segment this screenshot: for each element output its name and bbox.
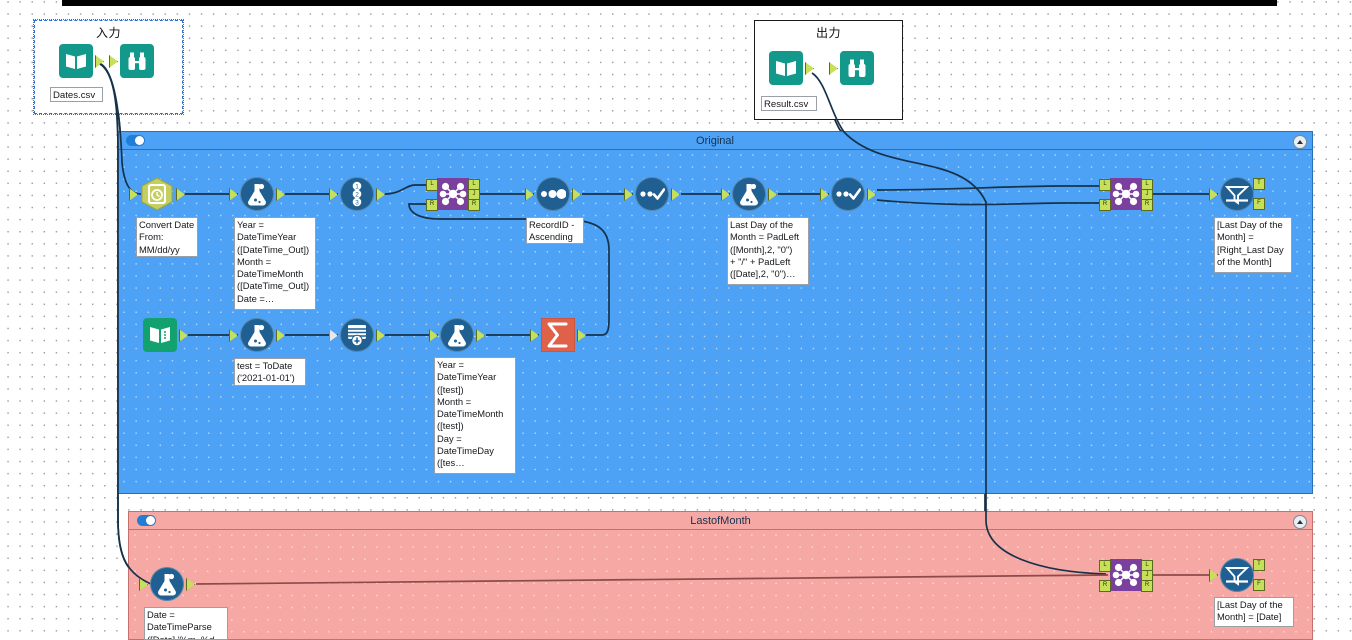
join-port-R[interactable]: R (426, 199, 438, 211)
chevron-up-icon (1297, 520, 1303, 524)
tool-browse-input[interactable] (109, 44, 154, 78)
container-title-original: Original (696, 134, 734, 147)
join-port-L[interactable]: L (426, 179, 438, 191)
formula-flask-icon (150, 567, 184, 601)
tool-browse-output[interactable] (829, 51, 874, 85)
tool-filter-2[interactable]: T F (1209, 558, 1265, 592)
top-black-bar (62, 0, 1277, 6)
annotation-formula-3: test = ToDate ('2021-01-01') (234, 358, 306, 386)
select-123-icon: 1 2 3 (340, 177, 374, 211)
filter-out-F[interactable]: F (1253, 198, 1265, 210)
tool-filter-1[interactable]: T F (1209, 177, 1265, 211)
input-data-icon (59, 44, 93, 78)
filter-funnel-icon (1220, 558, 1254, 592)
formula-flask-icon (732, 177, 766, 211)
input-file-label: Dates.csv (50, 87, 103, 102)
annotation-formula-1: Year = DateTimeYear ([DateTime_Out]) Mon… (234, 217, 316, 310)
container-collapse-button-lastofmonth[interactable] (1293, 515, 1307, 529)
join-port-L[interactable]: L (1099, 560, 1111, 572)
filter-funnel-icon (1220, 177, 1254, 211)
tool-formula-5[interactable] (139, 567, 195, 601)
open-book-icon (776, 61, 796, 76)
tool-summarize[interactable] (530, 317, 586, 353)
join-tool-icon (1110, 559, 1142, 591)
container-header-original: Original (118, 132, 1312, 150)
container-title-lastofmonth: LastofMonth (690, 514, 751, 527)
join-port-R[interactable]: R (1099, 580, 1111, 592)
open-book-icon (66, 54, 86, 69)
chevron-up-icon (1297, 140, 1303, 144)
input-container-title: 入力 (95, 26, 121, 40)
annotation-filter-2: [Last Day of the Month] = [Date] (1214, 597, 1294, 627)
sort-dots-icon (536, 177, 570, 211)
browse-binoculars-icon (120, 44, 154, 78)
tool-join-1[interactable]: L R L J R (426, 178, 480, 211)
annotation-filter-1: [Last Day of the Month] = [Right_Last Da… (1214, 217, 1292, 273)
tool-select-3[interactable] (820, 177, 876, 211)
join-out-R[interactable]: R (468, 199, 480, 211)
annotation-formula-4: Year = DateTimeYear ([test]) Month = Dat… (434, 357, 516, 474)
select-check-icon (635, 177, 669, 211)
formula-flask-icon (240, 318, 274, 352)
tool-formula-3[interactable] (229, 318, 285, 352)
container-enable-toggle-lastofmonth[interactable] (137, 515, 156, 526)
tool-formula-2[interactable] (721, 177, 777, 211)
tool-join-2[interactable]: L R L J R (1099, 178, 1153, 211)
filter-out-T[interactable]: T (1253, 178, 1265, 190)
join-out-R[interactable]: R (1141, 580, 1153, 592)
tool-select-2[interactable] (624, 177, 680, 211)
tool-sort[interactable] (525, 177, 581, 211)
tool-output-data[interactable] (769, 51, 814, 85)
join-port-R[interactable]: R (1099, 199, 1111, 211)
output-container-title: 出力 (815, 26, 841, 40)
summarize-sigma-icon (540, 317, 576, 353)
container-header-lastofmonth: LastofMonth (129, 512, 1312, 530)
container-collapse-button-original[interactable] (1293, 135, 1307, 149)
join-port-L[interactable]: L (1099, 179, 1111, 191)
tool-select-1[interactable]: 1 2 3 (329, 177, 385, 211)
annotation-sort: RecordID - Ascending (526, 217, 584, 244)
container-enable-toggle-original[interactable] (126, 135, 145, 146)
svg-text:1: 1 (355, 184, 359, 191)
tool-formula-4[interactable] (429, 318, 485, 352)
annotation-datetime: Convert Date From: MM/dd/yy (136, 217, 198, 257)
join-out-R[interactable]: R (1141, 199, 1153, 211)
datetime-clock-icon (140, 177, 174, 211)
workflow-canvas[interactable]: 入力 Dates.csv 出力 Result.csv Original Last… (0, 0, 1352, 640)
formula-flask-icon (240, 177, 274, 211)
tool-join-3[interactable]: L R L J R (1099, 559, 1153, 592)
formula-flask-icon (440, 318, 474, 352)
svg-text:2: 2 (355, 192, 359, 199)
tool-text-input[interactable] (143, 318, 188, 352)
filter-out-F[interactable]: F (1253, 579, 1265, 591)
annotation-formula-2: Last Day of the Month = PadLeft ([Month]… (727, 217, 809, 285)
generate-rows-icon (340, 318, 374, 352)
join-tool-icon (1110, 178, 1142, 210)
join-tool-icon (437, 178, 469, 210)
tool-formula-1[interactable] (229, 177, 285, 211)
annotation-formula-5: Date = DateTimeParse ([Date],'%m_%d (144, 607, 228, 640)
filter-out-T[interactable]: T (1253, 559, 1265, 571)
tool-datetime[interactable] (129, 177, 185, 211)
tool-input-data[interactable] (59, 44, 104, 78)
output-file-label: Result.csv (761, 96, 817, 111)
svg-text:3: 3 (355, 200, 359, 207)
tool-generate-rows[interactable] (329, 318, 385, 352)
browse-binoculars-icon (840, 51, 874, 85)
output-data-icon (769, 51, 803, 85)
text-input-book-icon (143, 318, 177, 352)
select-check-icon (831, 177, 865, 211)
